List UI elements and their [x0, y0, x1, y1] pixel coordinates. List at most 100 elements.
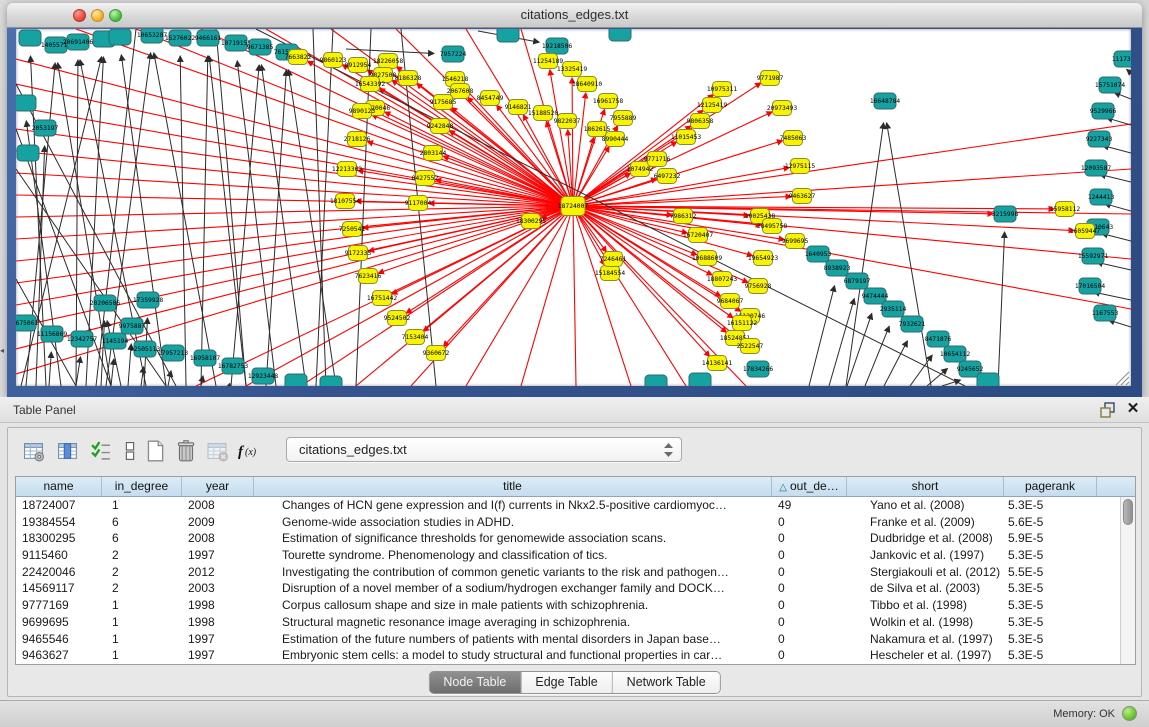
network-node[interactable]: 15184554 [595, 266, 626, 281]
network-node[interactable]: 7957224 [440, 46, 467, 62]
network-node[interactable]: 6879197 [844, 273, 871, 289]
network-node[interactable]: 9890123 [349, 104, 376, 119]
column-header-name[interactable]: name [16, 477, 102, 496]
network-node[interactable]: 15592971 [1078, 248, 1109, 264]
network-node[interactable] [285, 374, 307, 386]
network-node[interactable]: 2718126 [344, 132, 371, 147]
column-header-short[interactable]: short [847, 477, 1004, 496]
network-node[interactable]: 16720407 [683, 228, 714, 243]
table-mode-icon[interactable] [20, 437, 48, 465]
network-node[interactable]: 8186328 [395, 71, 422, 86]
network-node[interactable]: 11156869 [37, 326, 68, 342]
network-node[interactable]: 16648784 [870, 93, 901, 109]
network-node[interactable]: 9806358 [687, 114, 714, 129]
network-node[interactable]: 19654923 [748, 251, 779, 266]
network-node[interactable] [19, 30, 41, 46]
network-node[interactable]: 16958107 [190, 350, 221, 366]
network-node[interactable]: 15958112 [1050, 202, 1081, 217]
network-node[interactable]: 20973493 [767, 101, 798, 116]
table-row[interactable]: 946362711997Embryonic stem cells: a mode… [16, 647, 1120, 664]
network-node[interactable]: 10688609 [692, 251, 723, 266]
network-node[interactable]: 7663822 [285, 50, 312, 65]
network-node[interactable]: 1145194 [102, 333, 129, 349]
network-node[interactable]: 9175685 [430, 95, 457, 110]
resize-handle-icon[interactable] [1116, 372, 1129, 385]
column-header-pagerank[interactable]: pagerank [1004, 477, 1097, 496]
network-node[interactable]: 17834266 [743, 361, 774, 377]
network-node[interactable]: 9975887 [119, 318, 146, 334]
network-node[interactable]: 7250541 [339, 222, 366, 237]
network-node[interactable]: 10654112 [940, 346, 971, 362]
network-node[interactable]: 2522547 [737, 339, 764, 354]
column-header-year[interactable]: year [182, 477, 254, 496]
network-node[interactable] [16, 95, 36, 111]
network-node[interactable]: 2053197 [32, 120, 59, 136]
network-node[interactable]: 12923448 [248, 368, 279, 384]
network-node[interactable]: 14136141 [702, 356, 733, 371]
network-node[interactable]: 20691406 [63, 34, 94, 50]
table-row[interactable]: 1830029562008Estimation of significance … [16, 530, 1120, 547]
table-vertical-scrollbar[interactable] [1120, 497, 1135, 664]
network-node[interactable]: 9466161 [195, 30, 222, 46]
column-header-in_degree[interactable]: in_degree [102, 477, 182, 496]
network-node[interactable]: 18807243 [707, 272, 738, 287]
network-node[interactable]: 7623416 [355, 269, 382, 284]
network-node[interactable] [645, 375, 667, 386]
network-node[interactable]: 9227343 [1086, 131, 1113, 147]
network-node[interactable]: 2803144 [420, 146, 447, 161]
column-header-title[interactable]: title [254, 477, 772, 496]
float-panel-icon[interactable] [1100, 402, 1117, 418]
network-node[interactable]: 6497232 [654, 169, 681, 184]
network-node[interactable]: 8912954 [345, 58, 372, 73]
network-node[interactable]: 8938923 [824, 260, 851, 276]
column-header-out_de[interactable]: △out_de… [772, 477, 847, 496]
table-row[interactable]: 946554611997Estimation of the future num… [16, 631, 1120, 648]
network-node[interactable]: 18226058 [373, 54, 404, 69]
network-node[interactable]: 2935114 [880, 301, 907, 317]
network-node[interactable]: 9242848 [427, 119, 454, 134]
network-node[interactable]: 7485063 [780, 131, 807, 146]
column-visibility-icon[interactable] [54, 437, 82, 465]
network-node[interactable]: 9771987 [757, 71, 784, 86]
delete-column-icon[interactable] [172, 437, 200, 465]
network-node[interactable]: 1244413 [1088, 189, 1115, 205]
network-graph[interactable]: 1405571720691406106532871527602294661611… [16, 29, 1131, 386]
network-node[interactable]: 17957213 [158, 345, 189, 361]
network-node[interactable]: 3215998 [992, 206, 1019, 222]
network-node[interactable]: 1117384 [1112, 51, 1131, 67]
network-node[interactable] [17, 145, 39, 161]
network-node[interactable]: 7955889 [610, 111, 637, 126]
tab-node-table[interactable]: Node Table [429, 672, 520, 693]
network-node[interactable]: 17016504 [1075, 278, 1106, 294]
table-row[interactable]: 977716911998Corpus callosum shape and si… [16, 597, 1120, 614]
network-node[interactable]: 9699695 [782, 234, 809, 249]
network-node[interactable] [497, 29, 519, 42]
memory-status-indicator[interactable] [1122, 706, 1137, 721]
network-node[interactable]: 8471876 [925, 331, 952, 347]
network-node[interactable]: 16782753 [218, 358, 249, 374]
network-node[interactable] [109, 29, 131, 45]
network-node[interactable]: 9684067 [717, 294, 744, 309]
table-row[interactable]: 1872400712008Changes of HCN gene express… [16, 497, 1120, 514]
network-node[interactable]: 7153404 [402, 330, 429, 345]
panel-collapse-arrow[interactable]: ◂ [0, 346, 4, 355]
network-node[interactable]: 10975311 [707, 82, 738, 97]
network-node[interactable] [609, 29, 631, 41]
network-node[interactable]: 18640910 [572, 77, 603, 92]
network-node[interactable]: 8454749 [477, 91, 504, 106]
row-height-icon[interactable] [116, 437, 144, 465]
network-node[interactable]: 9463627 [789, 189, 816, 204]
scrollbar-thumb[interactable] [1123, 499, 1133, 525]
network-node[interactable]: 9172335 [345, 246, 372, 261]
network-node[interactable]: 1167553 [1092, 305, 1119, 321]
table-row[interactable]: 2242004622012Investigating the contribut… [16, 564, 1120, 581]
network-node[interactable]: 1640953 [805, 246, 832, 262]
network-node[interactable]: 9822037 [554, 114, 581, 129]
close-panel-icon[interactable]: ✕ [1125, 400, 1141, 418]
network-node[interactable]: 9671385 [247, 39, 274, 55]
network-canvas[interactable]: 1405571720691406106532871527602294661611… [16, 29, 1131, 386]
network-node[interactable]: 7932621 [899, 316, 926, 332]
network-node[interactable]: 8427552 [412, 171, 439, 186]
network-window-titlebar[interactable]: citations_edges.txt [7, 3, 1142, 28]
network-node[interactable]: 17359928 [133, 292, 164, 308]
